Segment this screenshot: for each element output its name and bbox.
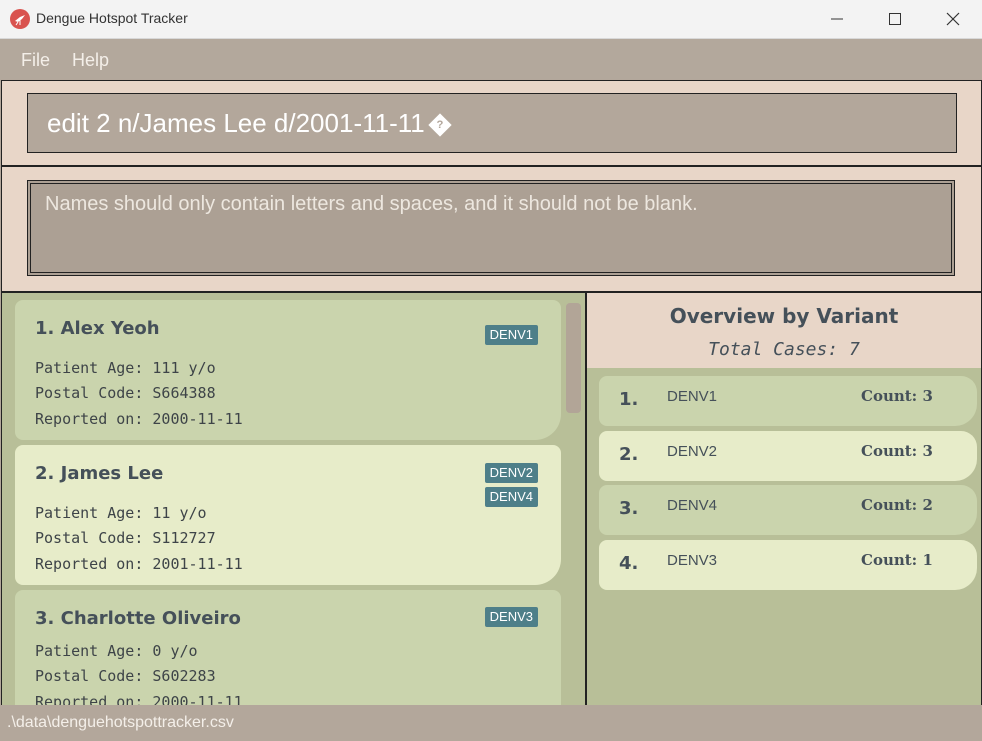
window-title: Dengue Hotspot Tracker xyxy=(36,10,188,26)
overview-header: Overview by Variant Total Cases: 7 xyxy=(587,293,981,368)
command-text: edit 2 n/James Lee d/2001-11-11? xyxy=(47,108,452,139)
result-message: Names should only contain letters and sp… xyxy=(45,193,698,215)
variant-row[interactable]: 1. DENV1 Count: 3 xyxy=(599,376,977,426)
result-panel: Names should only contain letters and sp… xyxy=(1,166,982,292)
overview-panel: Overview by Variant Total Cases: 7 1. DE… xyxy=(586,292,982,706)
variant-name: DENV1 xyxy=(667,388,718,405)
variant-rank: 4. xyxy=(619,553,639,574)
patient-postal: Postal Code: S664388 xyxy=(35,384,216,402)
patient-postal: Postal Code: S112727 xyxy=(35,529,216,547)
patient-age: Patient Age: 11 y/o xyxy=(35,504,207,522)
patient-card[interactable]: 1. Alex Yeoh DENV1 Patient Age: 111 y/o … xyxy=(15,300,561,440)
variant-count: Count: 2 xyxy=(861,496,933,514)
variant-row[interactable]: 2. DENV2 Count: 3 xyxy=(599,431,977,481)
command-panel: edit 2 n/James Lee d/2001-11-11? xyxy=(1,80,982,166)
patient-postal: Postal Code: S602283 xyxy=(35,667,216,685)
title-bar: Dengue Hotspot Tracker xyxy=(0,0,982,39)
menu-bar: File Help xyxy=(0,39,982,79)
variant-badge: DENV3 xyxy=(484,607,538,627)
minimize-button[interactable] xyxy=(808,0,866,38)
patient-name: 1. Alex Yeoh xyxy=(35,318,160,339)
menu-help[interactable]: Help xyxy=(72,50,109,71)
patient-name: 3. Charlotte Oliveiro xyxy=(35,608,241,629)
patient-age: Patient Age: 0 y/o xyxy=(35,642,198,660)
variant-row[interactable]: 4. DENV3 Count: 1 xyxy=(599,540,977,590)
total-cases: Total Cases: 7 xyxy=(708,339,860,360)
variant-rank: 3. xyxy=(619,498,639,519)
patient-name: 2. James Lee xyxy=(35,463,164,484)
variant-badge: DENV2 xyxy=(484,463,538,483)
variant-badge: DENV1 xyxy=(484,325,538,345)
variant-count: Count: 3 xyxy=(861,387,933,405)
patient-reported: Reported on: 2001-11-11 xyxy=(35,555,243,573)
close-button[interactable] xyxy=(924,0,982,38)
data-file-path: .\data\denguehotspottracker.csv xyxy=(7,714,234,731)
patient-age: Patient Age: 111 y/o xyxy=(35,359,216,377)
status-bar: .\data\denguehotspottracker.csv xyxy=(0,705,982,741)
variant-name: DENV3 xyxy=(667,552,718,569)
variant-count: Count: 3 xyxy=(861,442,933,460)
close-icon xyxy=(946,12,960,26)
variant-badge: DENV4 xyxy=(484,487,538,507)
patient-card[interactable]: 2. James Lee DENV2 DENV4 Patient Age: 11… xyxy=(15,445,561,585)
menu-file[interactable]: File xyxy=(21,50,50,71)
variant-rank: 1. xyxy=(619,389,639,410)
maximize-button[interactable] xyxy=(866,0,924,38)
minimize-icon xyxy=(831,18,843,20)
list-scrollbar[interactable] xyxy=(566,303,581,413)
variant-name: DENV4 xyxy=(667,497,718,514)
variant-row[interactable]: 3. DENV4 Count: 2 xyxy=(599,485,977,535)
replacement-char-mark: ? xyxy=(436,118,444,131)
command-value: edit 2 n/James Lee d/2001-11-11 xyxy=(47,108,425,138)
result-display: Names should only contain letters and sp… xyxy=(27,180,955,276)
app-logo-icon xyxy=(10,9,30,29)
patient-list[interactable]: 1. Alex Yeoh DENV1 Patient Age: 111 y/o … xyxy=(1,292,586,706)
replacement-char-icon: ? xyxy=(428,113,452,137)
patient-card[interactable]: 3. Charlotte Oliveiro DENV3 Patient Age:… xyxy=(15,590,561,705)
overview-title: Overview by Variant xyxy=(669,304,899,328)
maximize-icon xyxy=(889,13,901,25)
variant-rank: 2. xyxy=(619,444,639,465)
patient-reported: Reported on: 2000-11-11 xyxy=(35,410,243,428)
variant-count: Count: 1 xyxy=(861,551,933,569)
variant-name: DENV2 xyxy=(667,443,718,460)
command-input[interactable]: edit 2 n/James Lee d/2001-11-11? xyxy=(27,93,957,153)
